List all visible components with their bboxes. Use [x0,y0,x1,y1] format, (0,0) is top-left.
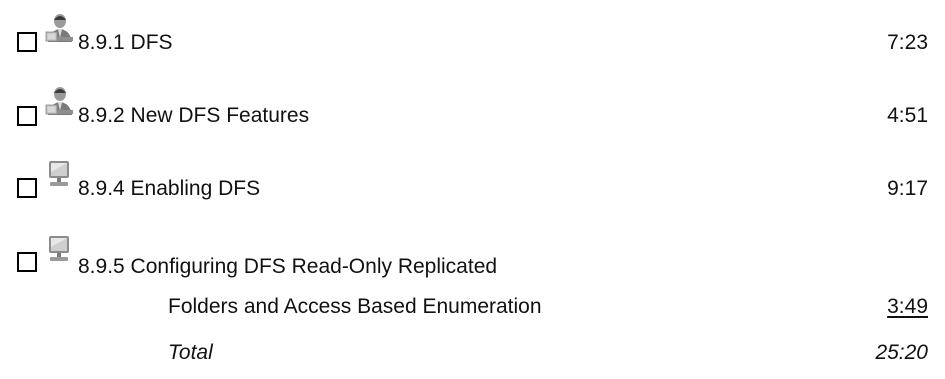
lesson-duration: 3:49 [887,295,928,318]
computer-demo-icon [44,232,74,264]
lesson-checkbox[interactable] [17,106,37,126]
computer-demo-icon [44,157,74,189]
lesson-duration: 4:51 [887,104,928,127]
instructor-video-icon [44,12,74,44]
lesson-duration: 9:17 [887,177,928,200]
lesson-checkbox[interactable] [17,252,37,272]
lesson-duration: 7:23 [887,31,928,54]
total-value: 25:20 [875,341,928,364]
lesson-title[interactable]: 8.9.2 New DFS Features [78,103,309,129]
total-label: Total [168,341,213,364]
lesson-title[interactable]: 8.9.4 Enabling DFS [78,176,260,202]
lesson-title-continuation[interactable]: Folders and Access Based Enumeration [168,294,542,320]
lesson-checkbox[interactable] [17,32,37,52]
instructor-video-icon [44,85,74,117]
lesson-title[interactable]: 8.9.5 Configuring DFS Read-Only Replicat… [78,254,497,280]
lesson-checkbox[interactable] [17,178,37,198]
lesson-title[interactable]: 8.9.1 DFS [78,30,173,56]
